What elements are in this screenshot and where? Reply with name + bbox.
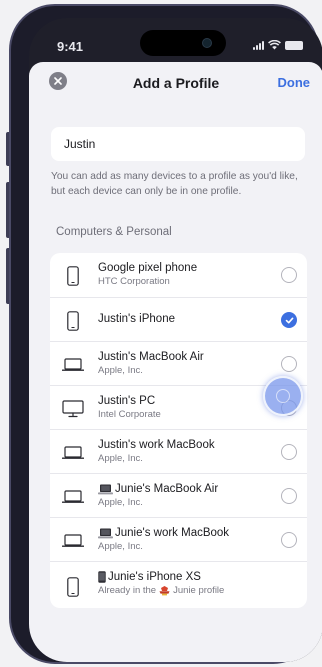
laptop-icon [62, 487, 84, 507]
device-name: Justin's MacBook Air [98, 351, 204, 363]
navigation-bar: Add a Profile Done [29, 62, 322, 104]
device-manufacturer: Apple, Inc. [98, 453, 143, 464]
status-icons [253, 40, 303, 50]
laptop-icon [62, 443, 84, 463]
device-name: Justin's work MacBook [98, 439, 215, 451]
helper-text: You can add as many devices to a profile… [51, 171, 298, 197]
device-assignment-suffix: Junie profile [173, 585, 225, 596]
desktop-icon [62, 399, 84, 419]
phone-screen: 9:41 Add a Profile Done Justin You can a… [29, 18, 322, 662]
device-radio[interactable] [281, 267, 297, 283]
profile-emoji-icon [159, 586, 170, 596]
device-name: Junie's work MacBook [115, 527, 230, 539]
device-row-justins-iphone[interactable]: Justin's iPhone [50, 297, 307, 341]
laptop-icon [62, 531, 84, 551]
device-radio[interactable] [281, 532, 297, 548]
device-name: Justin's iPhone [98, 313, 175, 325]
device-row-justins-work-macbook[interactable]: Justin's work MacBook Apple, Inc. [50, 429, 307, 473]
status-time: 9:41 [57, 39, 84, 54]
device-row-junies-iphone-xs: Junie's iPhone XS Already in the Junie p… [50, 561, 307, 608]
done-button[interactable]: Done [278, 75, 311, 90]
laptop-icon [62, 355, 84, 375]
device-radio-checked[interactable] [281, 312, 297, 328]
checkmark-icon [285, 317, 293, 323]
device-radio[interactable] [281, 400, 297, 416]
device-row-justins-pc[interactable]: Justin's PC Intel Corporate [50, 385, 307, 429]
profile-name-field[interactable] [51, 127, 305, 161]
device-radio[interactable] [281, 356, 297, 372]
device-row-google-pixel-phone[interactable]: Google pixel phone HTC Corporation [50, 253, 307, 297]
laptop-emoji-icon [98, 528, 113, 538]
device-radio[interactable] [281, 444, 297, 460]
device-manufacturer: Apple, Inc. [98, 497, 143, 508]
close-button[interactable] [49, 72, 67, 90]
phone-frame: 9:41 Add a Profile Done Justin You can a… [9, 4, 322, 664]
cellular-signal-icon [253, 40, 264, 50]
phone-icon [62, 266, 84, 286]
device-list: Google pixel phone HTC Corporation Justi… [50, 253, 307, 608]
close-icon [54, 77, 62, 85]
device-row-junies-macbook-air[interactable]: Junie's MacBook Air Apple, Inc. [50, 473, 307, 517]
mobile-phone-emoji-icon [98, 571, 106, 583]
device-name: Google pixel phone [98, 262, 198, 274]
device-manufacturer: Apple, Inc. [98, 541, 143, 552]
laptop-emoji-icon [98, 484, 113, 494]
phone-icon [62, 311, 84, 331]
wifi-icon [268, 40, 281, 50]
device-radio[interactable] [281, 488, 297, 504]
device-name: Junie's MacBook Air [115, 483, 219, 495]
battery-icon [285, 40, 303, 50]
device-manufacturer: HTC Corporation [98, 276, 170, 287]
device-name: Justin's PC [98, 395, 156, 407]
device-manufacturer: Intel Corporate [98, 409, 161, 420]
device-manufacturer: Apple, Inc. [98, 365, 143, 376]
device-assignment-prefix: Already in the [98, 585, 157, 596]
device-row-junies-work-macbook[interactable]: Junie's work MacBook Apple, Inc. [50, 517, 307, 561]
device-row-justins-macbook-air[interactable]: Justin's MacBook Air Apple, Inc. [50, 341, 307, 385]
camera-icon [202, 38, 212, 48]
screenshot-stage: 9:41 Add a Profile Done Justin You can a… [0, 0, 322, 667]
dynamic-island [140, 30, 226, 56]
add-profile-sheet: Add a Profile Done You can add as many d… [29, 62, 322, 662]
phone-icon [62, 577, 84, 597]
device-name: Junie's iPhone XS [108, 571, 201, 583]
section-title: Computers & Personal [56, 226, 172, 238]
